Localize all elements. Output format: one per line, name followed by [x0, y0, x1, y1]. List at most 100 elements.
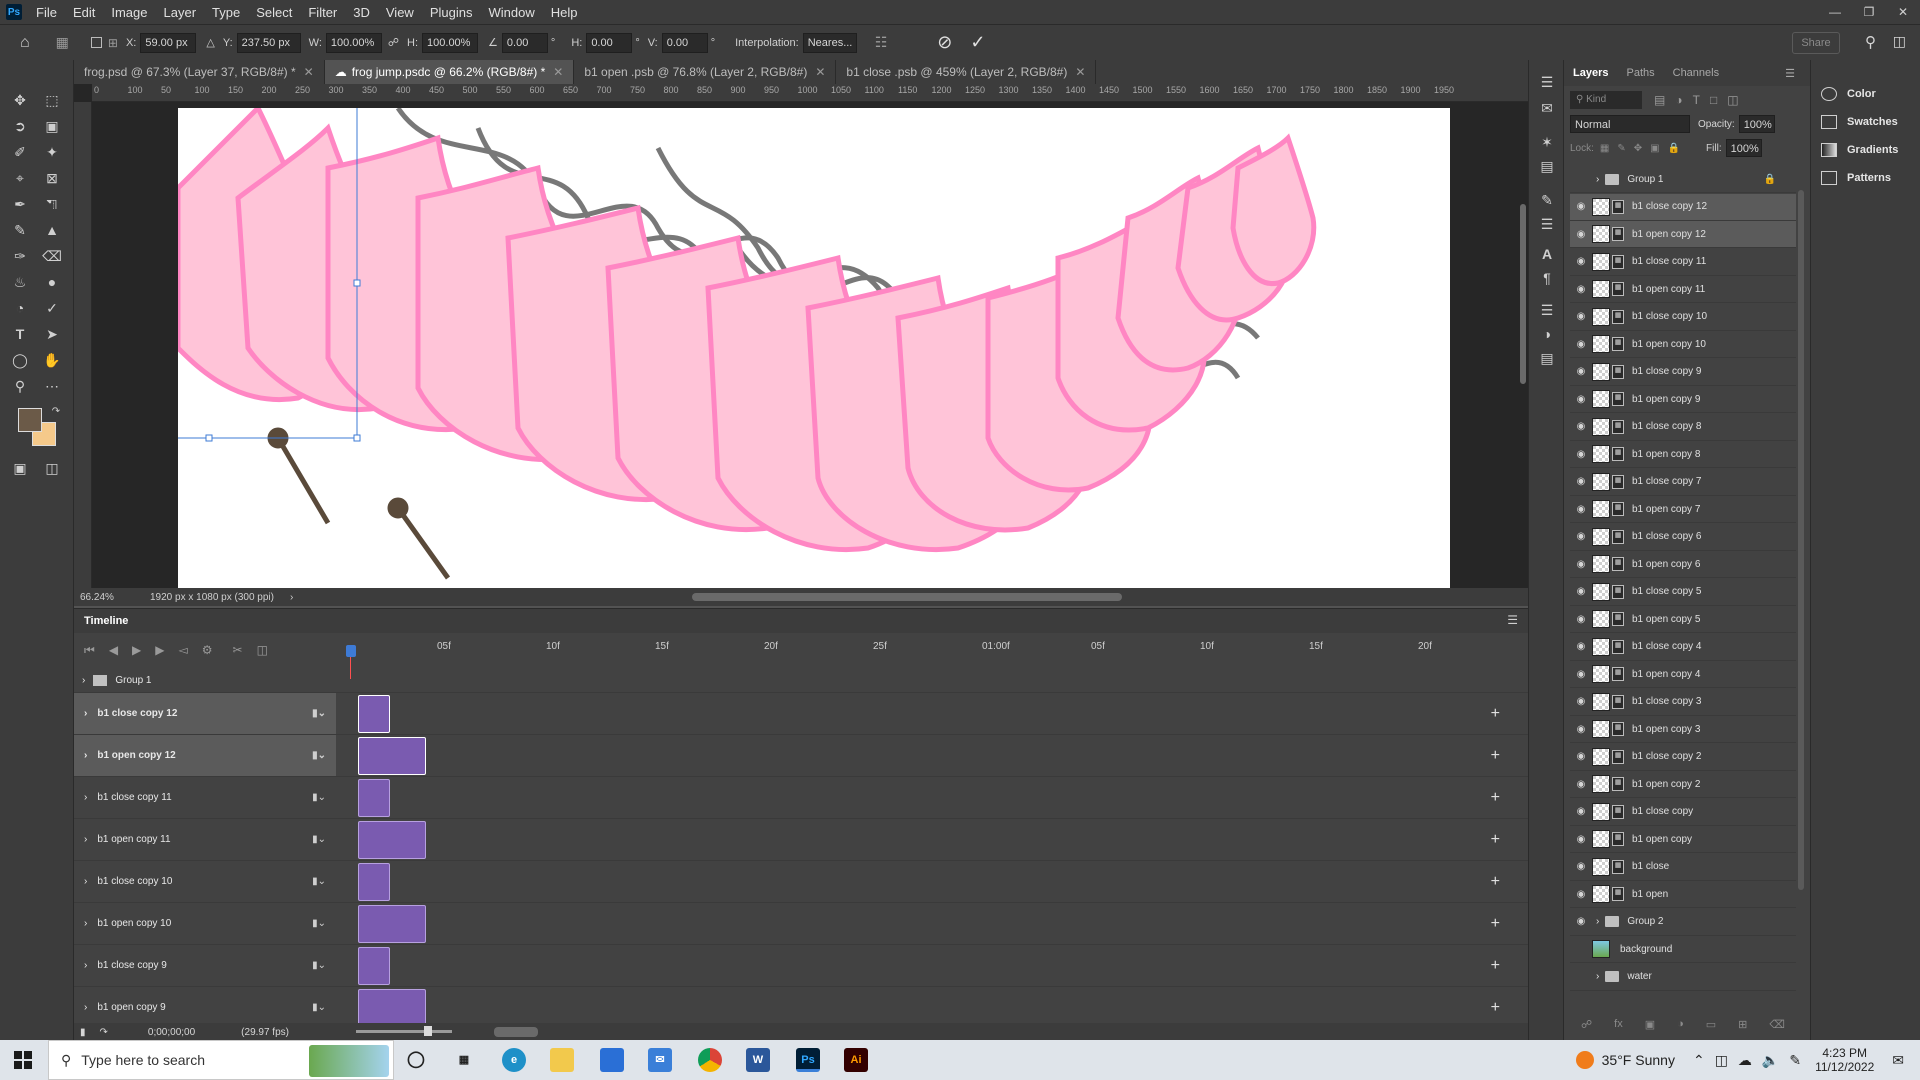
hand-tool-icon[interactable]: ✋	[40, 348, 64, 372]
close-tab-icon[interactable]: ✕	[1075, 65, 1085, 79]
timeline-track[interactable]: › b1 close copy 11 ▮⌄ +	[74, 777, 1528, 819]
video-clip[interactable]	[358, 737, 426, 775]
eyedropper-icon[interactable]: ✒	[8, 192, 32, 216]
layer-row[interactable]: ◉ ▦ b1 open copy 12	[1570, 221, 1796, 248]
visibility-eye-icon[interactable]: ◉	[1570, 421, 1592, 432]
zoom-slider-thumb[interactable]	[424, 1026, 432, 1036]
x-field[interactable]: 59.00 px	[140, 32, 197, 53]
filter-smart-icon[interactable]: ◫	[1727, 93, 1738, 107]
expand-icon[interactable]: ›	[84, 750, 87, 761]
angle-field[interactable]: 0.00	[501, 32, 548, 53]
status-menu-icon[interactable]: ›	[290, 592, 293, 603]
visibility-eye-icon[interactable]: ◉	[1570, 531, 1592, 542]
histogram-panel-icon[interactable]: ▤	[1535, 154, 1559, 178]
workspace-icon[interactable]: ◫	[1893, 33, 1906, 50]
brush-settings-icon[interactable]: ✎	[1535, 188, 1559, 212]
add-media-icon[interactable]: +	[1491, 831, 1500, 849]
object-select-icon[interactable]: ▣	[40, 114, 64, 138]
video-clip[interactable]	[358, 779, 390, 817]
lock-transparent-icon[interactable]: ▦	[1600, 143, 1609, 154]
visibility-eye-icon[interactable]: ◉	[1570, 256, 1592, 267]
healing-brush-icon[interactable]: ⛠	[40, 192, 64, 216]
audio-icon[interactable]: ◅	[179, 643, 188, 657]
tab-paths[interactable]: Paths	[1617, 67, 1663, 79]
visibility-eye-icon[interactable]: ◉	[1570, 834, 1592, 845]
layers-scrollbar[interactable]	[1798, 190, 1804, 890]
visibility-eye-icon[interactable]: ◉	[1570, 614, 1592, 625]
track-label[interactable]: › b1 open copy 11 ▮⌄	[74, 819, 336, 860]
minimize-icon[interactable]: —	[1818, 0, 1852, 24]
visibility-eye-icon[interactable]: ◉	[1570, 779, 1592, 790]
film-icon[interactable]: ▮⌄	[312, 960, 326, 971]
interpolation-select[interactable]: Neares...	[802, 32, 857, 53]
layer-row[interactable]: ◉ ▦ b1 open copy 10	[1570, 331, 1796, 358]
menu-filter[interactable]: Filter	[300, 5, 345, 20]
video-clip[interactable]	[358, 947, 390, 985]
visibility-eye-icon[interactable]: ◉	[1570, 751, 1592, 762]
paragraph-panel-icon[interactable]: ¶	[1535, 266, 1559, 290]
tab-b1-open[interactable]: b1 open .psb @ 76.8% (Layer 2, RGB/8#) ✕	[574, 60, 837, 84]
track-label[interactable]: › b1 close copy 12 ▮⌄	[74, 693, 336, 734]
expand-icon[interactable]: ›	[84, 960, 87, 971]
h-field[interactable]: 100.00%	[422, 32, 479, 53]
timeline-track[interactable]: › b1 close copy 10 ▮⌄ +	[74, 861, 1528, 903]
filter-pixel-icon[interactable]: ▤	[1654, 93, 1665, 107]
timeline-menu-icon[interactable]: ☰	[1507, 613, 1518, 627]
y-field[interactable]: 237.50 px	[236, 32, 301, 53]
render-icon[interactable]: ▮	[80, 1027, 86, 1038]
filter-type-icon[interactable]: T	[1693, 93, 1700, 107]
clock[interactable]: 4:23 PM 11/12/2022	[1815, 1046, 1874, 1074]
menu-edit[interactable]: Edit	[65, 5, 103, 20]
tab-channels[interactable]: Channels	[1664, 67, 1728, 79]
previous-frame-icon[interactable]: ◀	[109, 643, 118, 657]
layer-row[interactable]: ◉ ▦ b1 close copy 8	[1570, 414, 1796, 441]
split-icon[interactable]: ✂	[233, 643, 243, 657]
reference-point-toggle-icon[interactable]	[90, 37, 102, 48]
visibility-eye-icon[interactable]: ◉	[1570, 641, 1592, 652]
visibility-eye-icon[interactable]: ◉	[1570, 669, 1592, 680]
visibility-eye-icon[interactable]: ◉	[1570, 889, 1592, 900]
quick-select-icon[interactable]: ✐	[8, 140, 32, 164]
layer-row[interactable]: ◉ ▦ b1 close copy 12	[1570, 193, 1796, 221]
pen-icon[interactable]: ✎	[1789, 1052, 1801, 1069]
layer-row[interactable]: ◉ ▦ b1 open copy 6	[1570, 551, 1796, 578]
first-frame-icon[interactable]: ⏮	[84, 643, 95, 658]
timeline-track[interactable]: › b1 close copy 12 ▮⌄ +	[74, 693, 1528, 735]
new-group-icon[interactable]: ▭	[1706, 1018, 1716, 1036]
path-select-icon[interactable]: ➤	[40, 322, 64, 346]
type-tool-icon[interactable]: T	[8, 322, 32, 346]
libraries-panel-icon[interactable]: ▤	[1535, 346, 1559, 370]
new-layer-icon[interactable]: ⊞	[1738, 1018, 1747, 1036]
settings-icon[interactable]: ⚙	[202, 643, 213, 657]
track-label[interactable]: › b1 open copy 9 ▮⌄	[74, 987, 336, 1028]
adjustment-layer-icon[interactable]: ◑	[1677, 1018, 1684, 1036]
move-tool-icon[interactable]: ✥	[8, 88, 32, 112]
lock-position-icon[interactable]: ✥	[1634, 143, 1642, 154]
more-tools-icon[interactable]: ⋯	[40, 374, 64, 398]
vskew-field[interactable]: 0.00	[661, 32, 708, 53]
quick-mask-icon[interactable]: ▣	[8, 456, 32, 480]
film-icon[interactable]: ▮⌄	[312, 834, 326, 845]
layer-row[interactable]: ◉ ▦ b1 close copy 11	[1570, 249, 1796, 276]
dodge-tool-icon[interactable]: ◔	[8, 296, 32, 320]
track-label[interactable]: › b1 open copy 12 ▮⌄	[74, 735, 336, 776]
menu-select[interactable]: Select	[248, 5, 300, 20]
filter-shape-icon[interactable]: □	[1710, 93, 1717, 107]
expand-icon[interactable]: ›	[84, 834, 87, 845]
timeline-track[interactable]: › b1 open copy 12 ▮⌄ +	[74, 735, 1528, 777]
menu-help[interactable]: Help	[543, 5, 586, 20]
film-icon[interactable]: ▮⌄	[312, 708, 326, 719]
visibility-eye-icon[interactable]: ◉	[1570, 724, 1592, 735]
track-label[interactable]: › b1 close copy 11 ▮⌄	[74, 777, 336, 818]
stamp-tool-icon[interactable]: ▲	[40, 218, 64, 242]
layer-row[interactable]: ◉ ▦ b1 open	[1570, 881, 1796, 908]
hskew-field[interactable]: 0.00	[586, 32, 633, 53]
video-clip[interactable]	[358, 863, 390, 901]
properties-panel-icon[interactable]: ☰	[1535, 212, 1559, 236]
swap-colors-icon[interactable]: ↷	[44, 400, 68, 424]
timeline-hscroll[interactable]	[494, 1027, 538, 1037]
layer-row[interactable]: ◉ ▦ b1 open copy 8	[1570, 441, 1796, 468]
add-media-icon[interactable]: +	[1491, 705, 1500, 723]
brush-tool-icon[interactable]: ✎	[8, 218, 32, 242]
expand-icon[interactable]: ›	[84, 792, 87, 803]
